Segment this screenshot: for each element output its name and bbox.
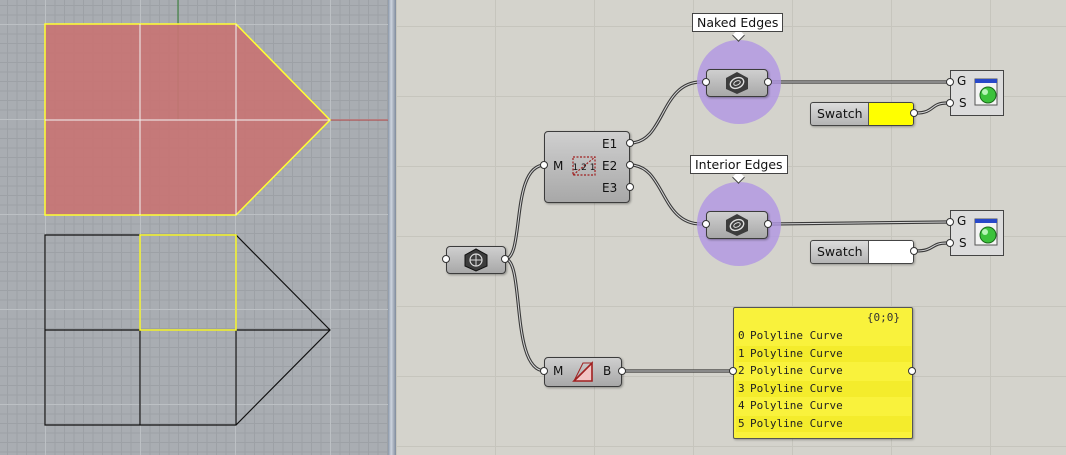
mesh-parameter[interactable] [446, 246, 506, 274]
swatch-label: Swatch [817, 106, 863, 121]
naked-edges-tag[interactable]: Naked Edges [692, 13, 784, 32]
swatch-white-output-port[interactable] [910, 247, 918, 255]
panel-row-index: 1 [738, 346, 745, 360]
output-panel[interactable]: {0;0} 0 Polyline Curve 1 Polyline Curve 2 Pol… [733, 307, 913, 439]
preview-shader-label: S [959, 96, 967, 110]
interior-edges-curve-param[interactable] [706, 211, 768, 239]
panel-row-index: 4 [738, 399, 745, 413]
panel-row: 1 Polyline Curve [736, 345, 911, 362]
e2-output-port[interactable] [626, 161, 634, 169]
panel-output-port[interactable] [908, 367, 916, 375]
interior-edges-input-port[interactable] [702, 220, 710, 228]
mesh-edges-component[interactable]: M 1 2 1 E1 E2 E3 [544, 131, 630, 203]
mesh-edges-output-e1: E1 [602, 137, 618, 151]
panel-row-value: Polyline Curve [750, 364, 843, 378]
panel-row: 5 Polyline Curve [736, 416, 911, 432]
boundary-component[interactable]: M B [544, 357, 622, 387]
preview-2-shader-port[interactable] [946, 239, 954, 247]
wire-mesh-to-boundary[interactable] [503, 257, 547, 373]
panel-row-value: Polyline Curve [750, 329, 843, 342]
mesh-edges-input-label: M [553, 159, 564, 173]
preview-2-geometry-port[interactable] [946, 218, 954, 226]
panel-row-index: 2 [738, 364, 745, 378]
panel-path-header: {0;0} [866, 311, 900, 324]
mesh-edges-output-e2: E2 [602, 159, 618, 173]
preview-1-geometry-port[interactable] [946, 78, 954, 86]
naked-edges-curve-param[interactable] [706, 69, 768, 97]
panel-input-port[interactable] [729, 367, 737, 375]
wire-e1-to-filter[interactable] [628, 80, 703, 145]
curve-param-icon [726, 72, 748, 94]
e3-output-port[interactable] [626, 183, 634, 191]
custom-preview-icon [974, 218, 998, 246]
panel-row-index: 3 [738, 381, 745, 395]
boundary-output-port[interactable] [618, 367, 626, 375]
boundary-input-port[interactable] [540, 367, 548, 375]
mesh-edges-icon: 1 2 1 [572, 156, 596, 176]
mesh-boundary-icon [572, 361, 594, 382]
custom-preview-1[interactable]: G S [950, 70, 1004, 116]
naked-edges-output-port[interactable] [764, 78, 772, 86]
panel-row-value: Polyline Curve [750, 417, 843, 430]
custom-preview-icon [974, 78, 998, 106]
preview-shader-label: S [959, 236, 967, 250]
panel-row: 3 Polyline Curve [736, 380, 911, 397]
swatch-white[interactable]: Swatch [810, 240, 914, 264]
boundary-input-label: M [553, 364, 564, 378]
preview-geometry-label: G [957, 74, 967, 88]
custom-preview-2[interactable]: G S [950, 210, 1004, 256]
preview-1-shader-port[interactable] [946, 99, 954, 107]
mesh-param-input-port[interactable] [442, 255, 450, 263]
panel-row-value: Polyline Curve [750, 399, 843, 413]
panel-row: 0 Polyline Curve [736, 328, 911, 344]
mesh-param-output-port[interactable] [501, 255, 509, 263]
swatch-yellow-output-port[interactable] [910, 109, 918, 117]
wire-mesh-to-edges[interactable] [503, 163, 547, 261]
e1-output-port[interactable] [626, 139, 634, 147]
mesh-edges-input-port[interactable] [540, 161, 548, 169]
panel-row: 2 Polyline Curve [736, 363, 911, 379]
swatch-label: Swatch [817, 244, 863, 259]
mesh-param-icon [464, 248, 488, 272]
panel-row: 4 Polyline Curve [736, 398, 911, 414]
panel-row-value: Polyline Curve [750, 381, 843, 395]
swatch-color-white[interactable] [868, 241, 913, 263]
panel-row-index: 0 [738, 329, 745, 342]
panel-row-index: 5 [738, 417, 745, 430]
naked-edges-input-port[interactable] [702, 78, 710, 86]
swatch-color-yellow[interactable] [868, 103, 913, 125]
panel-row-value: Polyline Curve [750, 346, 843, 360]
mesh-edges-output-e3: E3 [602, 181, 618, 195]
preview-geometry-label: G [957, 214, 967, 228]
boundary-output-label: B [603, 364, 612, 378]
svg-text:1 2 1: 1 2 1 [573, 163, 596, 173]
interior-edges-output-port[interactable] [764, 220, 772, 228]
interior-edges-tag[interactable]: Interior Edges [690, 155, 788, 174]
curve-param-icon [726, 214, 748, 236]
swatch-yellow[interactable]: Swatch [810, 102, 914, 126]
